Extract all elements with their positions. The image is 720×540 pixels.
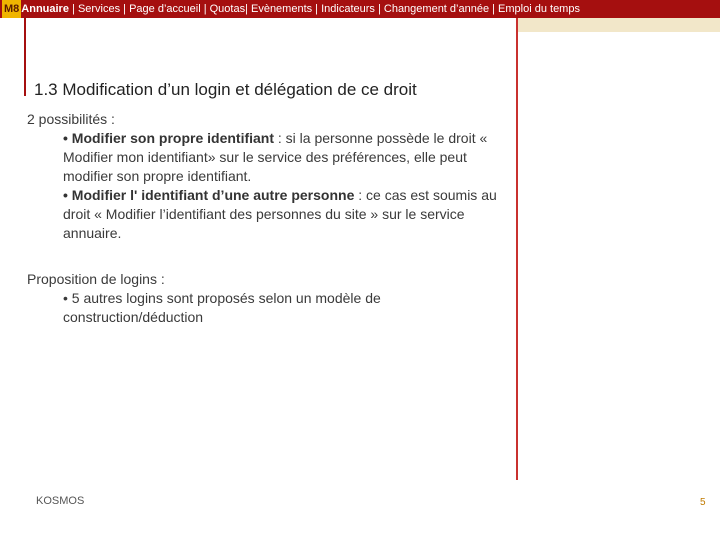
section-logins-heading: Proposition de logins : [27,271,165,287]
m8-logo: M8 [2,0,22,18]
left-divider [24,18,26,96]
header-accent-band [518,18,720,32]
bullet-own-login: • Modifier son propre identifiant : si l… [27,129,507,186]
bullet-other-login: • Modifier l' identifiant d’une autre pe… [27,186,507,243]
nav-links[interactable]: | Services | Page d’accueil | Quotas| Ev… [69,3,580,15]
bullet-logins: • 5 autres logins sont proposés selon un… [63,290,381,325]
slide-title: 1.3 Modification d’un login et délégatio… [34,80,417,99]
footer-brand: KOSMOS [36,495,85,507]
slide-content: 2 possibilités : • Modifier son propre i… [27,110,507,327]
top-nav: M8 Annuaire | Services | Page d’accueil |… [0,0,580,18]
right-divider [516,18,518,480]
nav-annuaire[interactable]: Annuaire [21,3,69,15]
page-number: 5 [700,497,706,508]
bullet-other-login-bold: • Modifier l' identifiant d’une autre pe… [63,187,355,203]
bullet-own-login-bold: • Modifier son propre identifiant [63,130,275,146]
intro-text: 2 possibilités : [27,111,115,127]
